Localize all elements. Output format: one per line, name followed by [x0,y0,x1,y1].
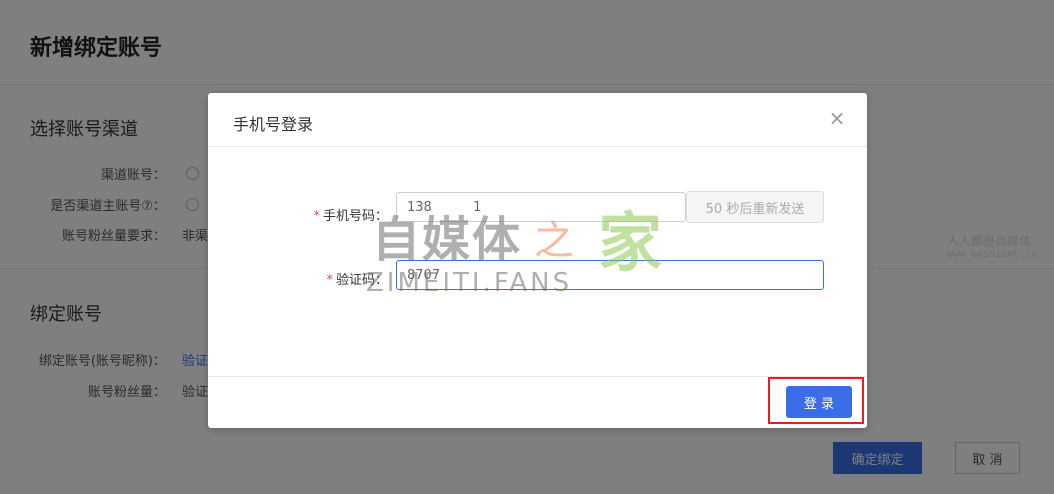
watermark-logo-fans: ZIMEITI.FANS [366,268,573,298]
watermark-logo-zhi: 之 [534,218,574,264]
required-mark: * [326,273,333,288]
required-mark: * [313,209,320,224]
modal-title: 手机号登录 [233,115,314,134]
login-highlight-box [768,377,864,424]
watermark-logo-text: 自媒体 [372,212,523,268]
phone-label: * 手机号码： [238,205,388,224]
resend-code-button[interactable]: 50 秒后重新发送 [686,191,824,223]
modal-divider [208,146,867,147]
watermark-logo-jia: 家 [598,207,662,281]
close-icon[interactable]: × [825,106,849,130]
